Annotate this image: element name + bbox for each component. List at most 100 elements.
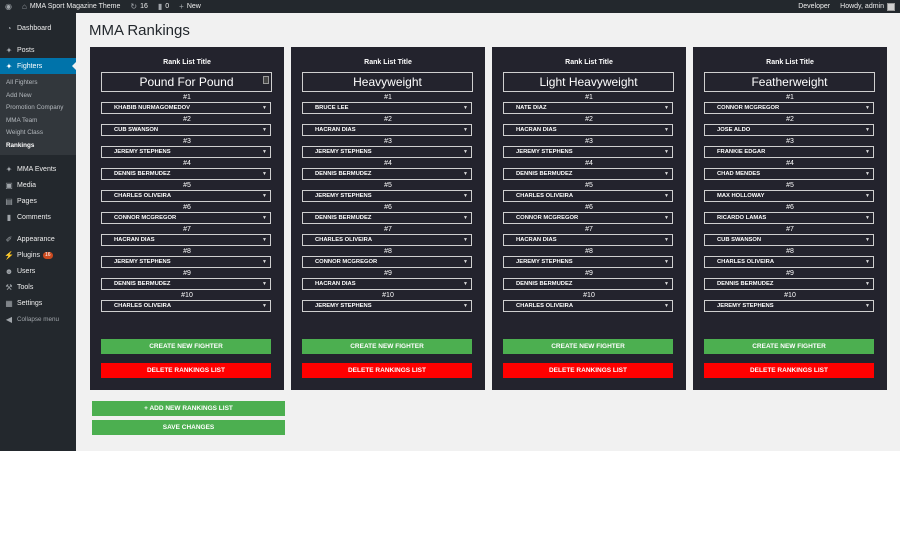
- fighter-select-rank-2[interactable]: JOSE ALDO ▼: [704, 124, 874, 136]
- sidebar-item-dashboard[interactable]: ◔ Dashboard: [0, 20, 76, 36]
- submenu-add-new[interactable]: Add New: [0, 90, 76, 103]
- sidebar-item-settings[interactable]: ▦ Settings: [0, 295, 76, 311]
- delete-rankings-list-button[interactable]: DELETE RANKINGS LIST: [704, 363, 874, 378]
- fighter-select-rank-3[interactable]: JEREMY STEPHENS ▼: [302, 146, 472, 158]
- sidebar-item-appearance[interactable]: ✐ Appearance: [0, 231, 76, 247]
- submenu-all-fighters[interactable]: All Fighters: [0, 77, 76, 90]
- rank-number: #4: [183, 160, 191, 167]
- fighter-select-rank-3[interactable]: FRANKIE EDGAR ▼: [704, 146, 874, 158]
- delete-rankings-list-button[interactable]: DELETE RANKINGS LIST: [503, 363, 673, 378]
- rank-list-title-input[interactable]: Pound For Pound: [101, 72, 272, 92]
- fighter-select-rank-4[interactable]: DENNIS BERMUDEZ ▼: [101, 168, 271, 180]
- updates-link[interactable]: ↻ 16: [125, 0, 153, 13]
- fighter-select-rank-4[interactable]: CHAD MENDES ▼: [704, 168, 874, 180]
- submenu-weight-class[interactable]: Weight Class: [0, 127, 76, 140]
- fighter-select-rank-4[interactable]: DENNIS BERMUDEZ ▼: [503, 168, 673, 180]
- rank-number: #4: [585, 160, 593, 167]
- fighter-select-rank-7[interactable]: HACRAN DIAS ▼: [101, 234, 271, 246]
- comments-link[interactable]: ▮ 0: [153, 0, 174, 13]
- rank-list-title-label: Rank List Title: [163, 59, 211, 66]
- collapse-menu-button[interactable]: ◀ Collapse menu: [0, 311, 76, 327]
- fighter-select-rank-8[interactable]: JEREMY STEPHENS ▼: [503, 256, 673, 268]
- fighter-select-rank-9[interactable]: DENNIS BERMUDEZ ▼: [704, 278, 874, 290]
- fighter-select-rank-10[interactable]: CHARLES OLIVEIRA ▼: [503, 300, 673, 312]
- sidebar-item-fighters[interactable]: ✦ Fighters: [0, 58, 76, 74]
- rank-list-title-input[interactable]: Light Heavyweight: [503, 72, 674, 92]
- save-changes-button[interactable]: SAVE CHANGES: [92, 420, 285, 435]
- fighter-select-rank-6[interactable]: CONNOR MCGREGOR ▼: [101, 212, 271, 224]
- sidebar-item-users[interactable]: ☻ Users: [0, 263, 76, 279]
- create-new-fighter-button[interactable]: CREATE NEW FIGHTER: [503, 339, 673, 354]
- fighter-select-rank-3[interactable]: JEREMY STEPHENS ▼: [503, 146, 673, 158]
- fighter-select-rank-7[interactable]: CHARLES OLIVEIRA ▼: [302, 234, 472, 246]
- chevron-down-icon: ▼: [463, 171, 468, 177]
- fighter-select-rank-2[interactable]: HACRAN DIAS ▼: [503, 124, 673, 136]
- delete-rankings-list-button[interactable]: DELETE RANKINGS LIST: [302, 363, 472, 378]
- fighter-select-rank-8[interactable]: CONNOR MCGREGOR ▼: [302, 256, 472, 268]
- fighter-select-rank-4[interactable]: DENNIS BERMUDEZ ▼: [302, 168, 472, 180]
- fighter-select-rank-5[interactable]: CHARLES OLIVEIRA ▼: [503, 190, 673, 202]
- sidebar-item-pages[interactable]: ▤ Pages: [0, 193, 76, 209]
- sidebar-item-media[interactable]: ▣ Media: [0, 177, 76, 193]
- site-name-link[interactable]: ⌂ MMA Sport Magazine Theme: [17, 0, 125, 13]
- fighter-select-rank-9[interactable]: DENNIS BERMUDEZ ▼: [503, 278, 673, 290]
- pin-icon: ✦: [5, 164, 13, 174]
- list-settings-icon[interactable]: [263, 76, 269, 84]
- delete-rankings-list-button[interactable]: DELETE RANKINGS LIST: [101, 363, 271, 378]
- fighter-select-rank-8[interactable]: JEREMY STEPHENS ▼: [101, 256, 271, 268]
- fighter-select-value: CONNOR MCGREGOR: [717, 105, 780, 111]
- rank-number: #2: [384, 116, 392, 123]
- fighter-select-rank-1[interactable]: CONNOR MCGREGOR ▼: [704, 102, 874, 114]
- chevron-down-icon: ▼: [664, 281, 669, 287]
- fighter-select-rank-9[interactable]: DENNIS BERMUDEZ ▼: [101, 278, 271, 290]
- fighter-select-rank-1[interactable]: BRUCE LEE ▼: [302, 102, 472, 114]
- comment-bubble-icon: ▮: [6, 212, 12, 222]
- fighter-select-rank-3[interactable]: JEREMY STEPHENS ▼: [101, 146, 271, 158]
- create-new-fighter-button[interactable]: CREATE NEW FIGHTER: [302, 339, 472, 354]
- fighter-select-rank-5[interactable]: CHARLES OLIVEIRA ▼: [101, 190, 271, 202]
- account-menu[interactable]: Howdy, admin: [835, 0, 900, 13]
- rank-number: #10: [181, 292, 193, 299]
- fighter-select-rank-6[interactable]: CONNOR MCGREGOR ▼: [503, 212, 673, 224]
- fighter-select-rank-10[interactable]: JEREMY STEPHENS ▼: [302, 300, 472, 312]
- comment-bubble-icon: ▮: [157, 2, 163, 11]
- fighter-select-rank-7[interactable]: CUB SWANSON ▼: [704, 234, 874, 246]
- fighter-select-rank-1[interactable]: NATE DIAZ ▼: [503, 102, 673, 114]
- chevron-down-icon: ▼: [463, 127, 468, 133]
- fighter-select-rank-10[interactable]: CHARLES OLIVEIRA ▼: [101, 300, 271, 312]
- fighter-select-value: DENNIS BERMUDEZ: [114, 281, 171, 287]
- fighter-select-rank-8[interactable]: CHARLES OLIVEIRA ▼: [704, 256, 874, 268]
- main-content: MMA Rankings Rank List Title Pound For Po…: [76, 13, 900, 451]
- developer-link[interactable]: Developer: [793, 0, 835, 13]
- sidebar-item-comments[interactable]: ▮ Comments: [0, 209, 76, 225]
- sidebar-item-posts[interactable]: ✦ Posts: [0, 42, 76, 58]
- fighter-select-rank-6[interactable]: DENNIS BERMUDEZ ▼: [302, 212, 472, 224]
- rank-list-title-input[interactable]: Heavyweight: [302, 72, 473, 92]
- fighter-select-rank-2[interactable]: CUB SWANSON ▼: [101, 124, 271, 136]
- sidebar-item-tools[interactable]: ⚒ Tools: [0, 279, 76, 295]
- fighter-select-rank-5[interactable]: MAX HOLLOWAY ▼: [704, 190, 874, 202]
- chevron-down-icon: ▼: [865, 281, 870, 287]
- fighter-select-value: CUB SWANSON: [114, 127, 159, 133]
- new-content-link[interactable]: + New: [174, 0, 206, 13]
- rank-number: #2: [585, 116, 593, 123]
- fighter-select-value: KHABIB NURMAGOMEDOV: [114, 105, 191, 111]
- add-rankings-list-button[interactable]: + ADD NEW RANKINGS LIST: [92, 401, 285, 416]
- submenu-promotion-company[interactable]: Promotion Company: [0, 102, 76, 115]
- fighter-select-rank-9[interactable]: HACRAN DIAS ▼: [302, 278, 472, 290]
- fighter-select-rank-5[interactable]: JEREMY STEPHENS ▼: [302, 190, 472, 202]
- submenu-rankings[interactable]: Rankings: [0, 140, 76, 153]
- fighter-select-rank-2[interactable]: HACRAN DIAS ▼: [302, 124, 472, 136]
- fighter-select-rank-7[interactable]: HACRAN DIAS ▼: [503, 234, 673, 246]
- create-new-fighter-button[interactable]: CREATE NEW FIGHTER: [704, 339, 874, 354]
- rank-list-title-input[interactable]: Featherweight: [704, 72, 875, 92]
- fighter-select-rank-1[interactable]: KHABIB NURMAGOMEDOV ▼: [101, 102, 271, 114]
- sidebar-item-mma-events[interactable]: ✦ MMA Events: [0, 161, 76, 177]
- create-new-fighter-button[interactable]: CREATE NEW FIGHTER: [101, 339, 271, 354]
- fighter-select-rank-10[interactable]: JEREMY STEPHENS ▼: [704, 300, 874, 312]
- fighter-select-rank-6[interactable]: RICARDO LAMAS ▼: [704, 212, 874, 224]
- sidebar-item-plugins[interactable]: ⚡ Plugins 16: [0, 247, 76, 263]
- chevron-down-icon: ▼: [664, 149, 669, 155]
- submenu-mma-team[interactable]: MMA Team: [0, 115, 76, 128]
- wordpress-logo-icon[interactable]: ◉: [0, 0, 17, 13]
